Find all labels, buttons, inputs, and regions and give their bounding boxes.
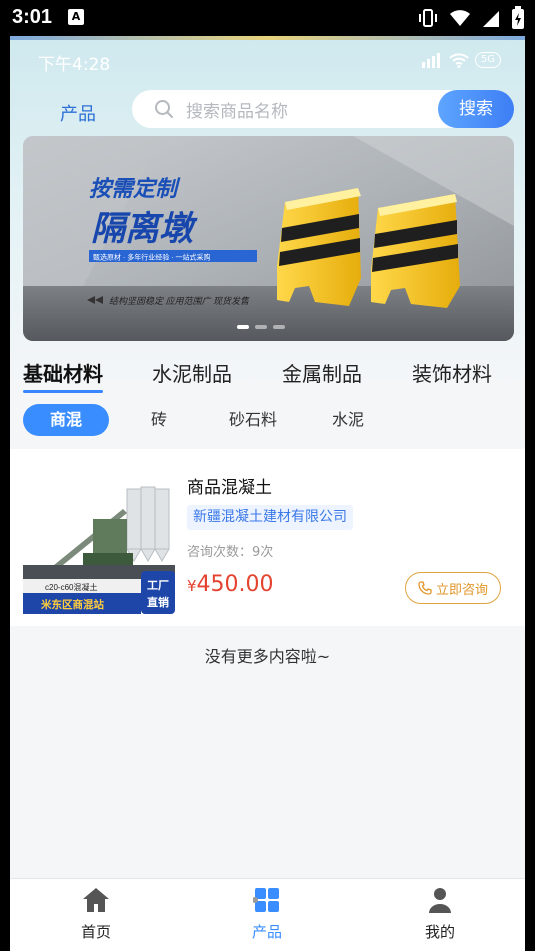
tab-basic-materials[interactable]: 基础材料: [23, 358, 103, 393]
embedded-status-bar: 下午4:28 5G: [10, 50, 525, 75]
header-top-strip: [10, 36, 525, 40]
device-clock: 3:01: [12, 6, 53, 28]
tab-products-label: 产品: [251, 923, 282, 941]
device-status-bar: 3:01 A: [0, 0, 535, 36]
search-button[interactable]: 搜索: [438, 90, 514, 128]
tab-home-label: 首页: [80, 923, 111, 941]
tab-mine[interactable]: 我的: [380, 887, 500, 942]
user-icon: [429, 888, 451, 913]
wifi-icon: [450, 10, 470, 26]
barrier-image-1: [277, 188, 361, 306]
consult-now-label: 立即咨询: [435, 582, 488, 598]
product-image-station-tag: 米东区商混站: [40, 598, 104, 611]
banner-dot: [237, 325, 249, 329]
no-more-content: 没有更多内容啦~: [204, 647, 331, 666]
page-title: 产品: [60, 104, 96, 125]
bottom-tab-bar: 首页 产品 我的: [10, 878, 525, 951]
signal-bars-icon: [421, 53, 440, 68]
battery-icon: [512, 6, 524, 29]
header-bar: 产品 搜索商品名称 搜索: [10, 90, 525, 130]
tab-cement-products[interactable]: 水泥制品: [152, 358, 232, 387]
wifi-signal-icon: [449, 53, 469, 68]
product-price: ¥450.00: [187, 572, 274, 597]
grid-icon: [252, 888, 279, 912]
search-icon: [155, 100, 173, 118]
category-tabs: 基础材料 水泥制品 金属制品 装饰材料: [10, 354, 525, 394]
embedded-status-icons: 5G: [421, 52, 501, 68]
subtab-cement[interactable]: 水泥: [320, 404, 376, 436]
vibrate-icon: [419, 9, 437, 27]
phone-icon: [418, 581, 432, 595]
consult-count: 咨询次数：9次: [187, 545, 274, 560]
tab-metal-products[interactable]: 金属制品: [282, 358, 362, 387]
tab-mine-label: 我的: [424, 923, 455, 941]
barrier-image-2: [371, 194, 460, 308]
tab-decoration-materials[interactable]: 装饰材料: [412, 358, 492, 387]
product-image-factory-tag-2: 直销: [147, 595, 169, 609]
notification-badge-icon: A: [68, 9, 84, 25]
company-tag: 新疆混凝土建材有限公司: [187, 505, 353, 530]
subtab-brick[interactable]: 砖: [136, 404, 182, 436]
tab-home[interactable]: 首页: [36, 887, 156, 942]
product-image-factory-tag-1: 工厂: [147, 579, 169, 592]
subcategory-tabs: 商混 砖 砂石料 水泥: [10, 404, 525, 438]
product-image-spec-tag: c20-c60混凝土: [45, 582, 97, 592]
home-icon: [83, 888, 109, 912]
banner-tagline: 甄选原材 · 多年行业经验 · 一站式采购: [93, 253, 210, 262]
banner-dot: [273, 325, 285, 329]
subtab-sand-gravel[interactable]: 砂石料: [218, 404, 288, 436]
app-screen: 下午4:28 5G 产品 搜索商品名称 搜索 按需定制 隔离墩 甄选原材 · 多…: [10, 36, 525, 951]
network-badge: 5G: [474, 52, 501, 68]
price-value: 450.00: [196, 572, 274, 597]
banner-dot: [255, 325, 267, 329]
search-box[interactable]: 搜索商品名称 搜索: [132, 90, 514, 128]
promo-banner[interactable]: 按需定制 隔离墩 甄选原材 · 多年行业经验 · 一站式采购 结构坚固稳定 应用…: [23, 136, 514, 341]
banner-pagination: [237, 325, 285, 329]
signal-icon: [483, 11, 499, 27]
banner-footer-text: 结构坚固稳定 应用范围广 现货发售: [109, 296, 250, 306]
banner-artwork: 按需定制 隔离墩 甄选原材 · 多年行业经验 · 一站式采购 结构坚固稳定 应用…: [23, 136, 514, 341]
product-image: c20-c60混凝土 米东区商混站 工厂 直销: [23, 479, 175, 614]
system-icons: [417, 6, 525, 30]
subtab-ready-mix[interactable]: 商混: [23, 404, 109, 436]
product-name[interactable]: 商品混凝土: [187, 473, 272, 498]
tab-products[interactable]: 产品: [207, 887, 327, 942]
banner-headline-1: 按需定制: [89, 176, 181, 201]
consult-now-button[interactable]: 立即咨询: [405, 572, 501, 604]
banner-headline-2: 隔离墩: [91, 210, 198, 248]
embedded-clock: 下午4:28: [38, 55, 111, 75]
product-card[interactable]: c20-c60混凝土 米东区商混站 工厂 直销 商品混凝土 新疆混凝土建材有限公…: [10, 449, 525, 626]
price-symbol: ¥: [187, 577, 197, 595]
